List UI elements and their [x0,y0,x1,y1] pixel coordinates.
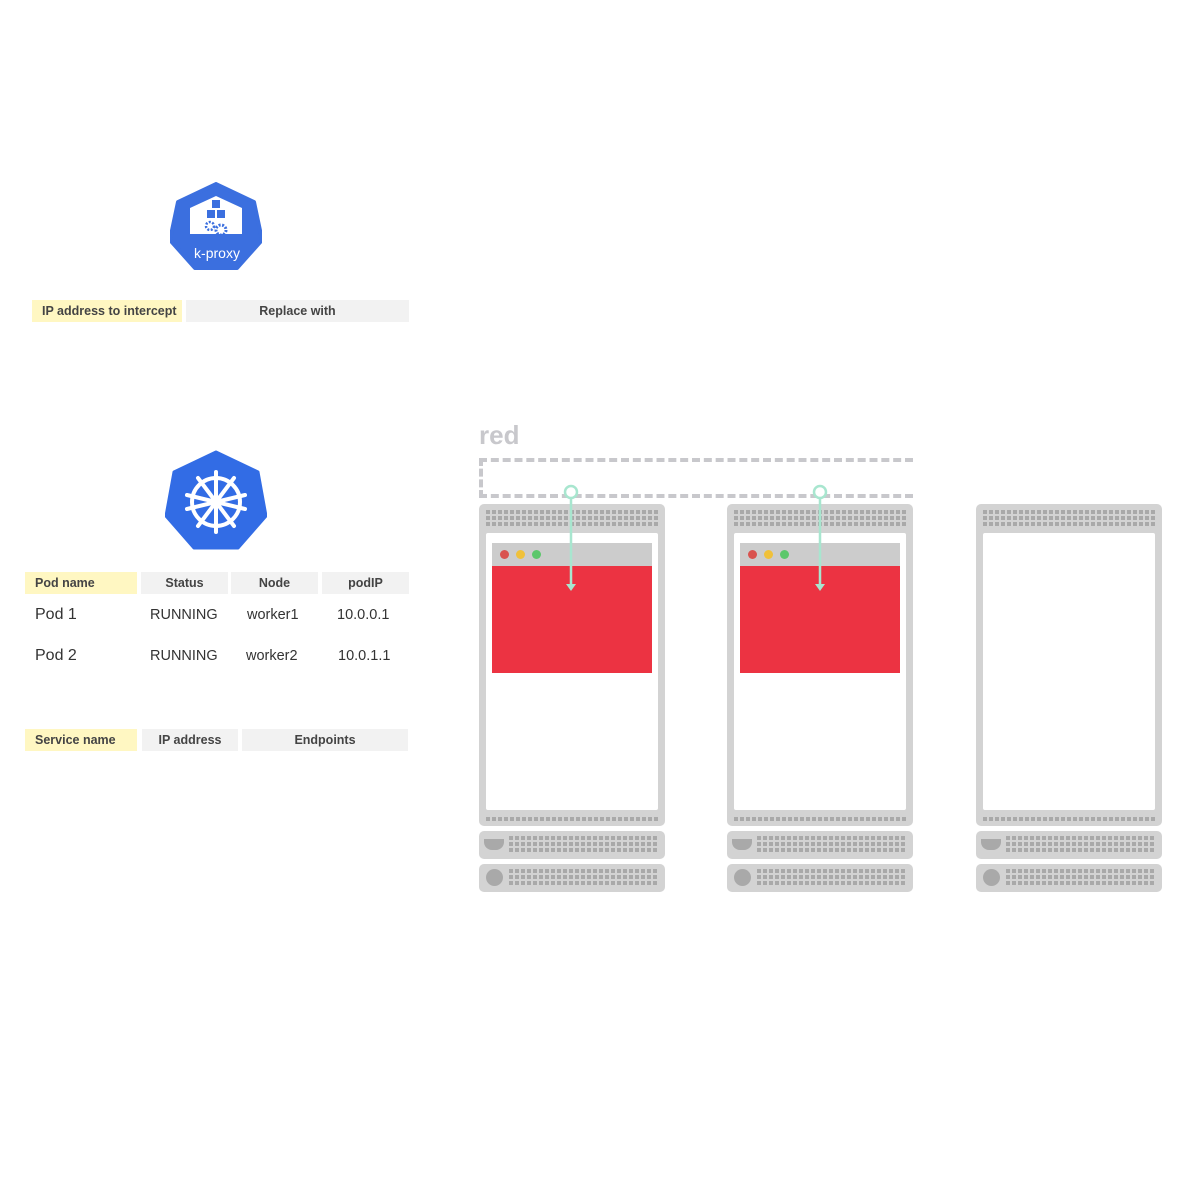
arrow-to-pod2 [812,484,828,591]
endpoint-arrows [563,484,828,591]
arrow-to-pod1 [563,484,579,591]
